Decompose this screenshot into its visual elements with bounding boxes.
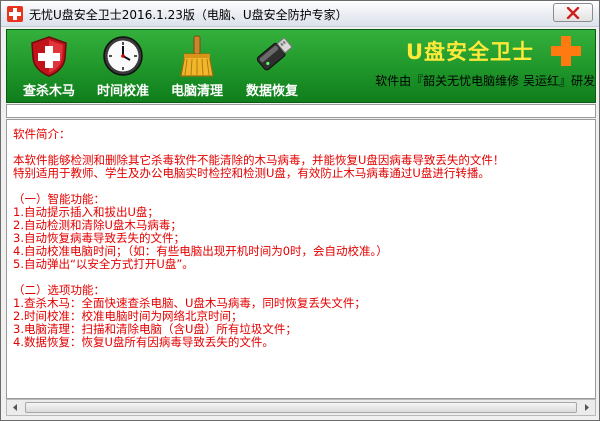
app-window: 无忧U盘安全卫士2016.1.23版（电脑、U盘安全防护专家） 查杀木马 时间校… — [0, 0, 600, 421]
scrollbar-thumb[interactable] — [25, 402, 577, 413]
arrow-right-icon — [585, 404, 589, 411]
scroll-right-button[interactable] — [579, 400, 595, 415]
tool-pc-clean[interactable]: 电脑清理 — [161, 30, 233, 102]
brand-cross-icon — [551, 36, 581, 66]
content-line: 4.数据恢复：恢复U盘所有因病毒导致丢失的文件。 — [13, 335, 274, 349]
intro-text-area[interactable]: 软件简介： 本软件能够检测和删除其它杀毒软件不能清除的木马病毒，并能恢复U盘因病… — [6, 119, 596, 399]
brand-subtitle: 软件由『韶关无忧电脑维修 吴运红』研发 — [375, 74, 595, 88]
tool-label: 电脑清理 — [170, 84, 223, 99]
broom-icon — [180, 35, 214, 77]
clock-icon — [103, 36, 143, 76]
window-title: 无忧U盘安全卫士2016.1.23版（电脑、U盘安全防护专家） — [29, 8, 348, 22]
usb-drive-icon — [256, 37, 293, 71]
brand-area: U盘安全卫士 软件由『韶关无忧电脑维修 吴运红』研发 — [375, 30, 595, 102]
content-line: 软件简介： — [13, 127, 71, 141]
tool-trojan-scan[interactable]: 查杀木马 — [13, 30, 85, 102]
close-icon — [566, 6, 580, 19]
status-strip — [6, 104, 596, 118]
tool-label: 数据恢复 — [245, 84, 298, 99]
tool-data-recovery[interactable]: 数据恢复 — [235, 30, 309, 102]
scroll-left-button[interactable] — [7, 400, 23, 415]
tool-label: 查杀木马 — [22, 84, 75, 99]
content-line: 特别适用于教师、学生及办公电脑实时检控和检测U盘，有效防止木马病毒通过U盘进行转… — [13, 166, 490, 180]
app-cross-icon — [7, 6, 23, 22]
toolbar: 查杀木马 时间校准 电脑清理 数据恢复 U盘安全卫士 软件由『韶关无忧电脑维修 … — [6, 29, 596, 103]
close-button[interactable] — [553, 3, 593, 22]
tool-label: 时间校准 — [96, 84, 149, 99]
horizontal-scrollbar[interactable] — [6, 399, 596, 416]
content-line: 5.自动弹出“以安全方式打开U盘”。 — [13, 257, 194, 271]
shield-cross-icon — [31, 36, 67, 77]
tool-time-sync[interactable]: 时间校准 — [87, 30, 159, 102]
title-bar[interactable]: 无忧U盘安全卫士2016.1.23版（电脑、U盘安全防护专家） — [1, 1, 599, 27]
arrow-left-icon — [13, 404, 17, 411]
brand-title: U盘安全卫士 — [405, 40, 535, 64]
